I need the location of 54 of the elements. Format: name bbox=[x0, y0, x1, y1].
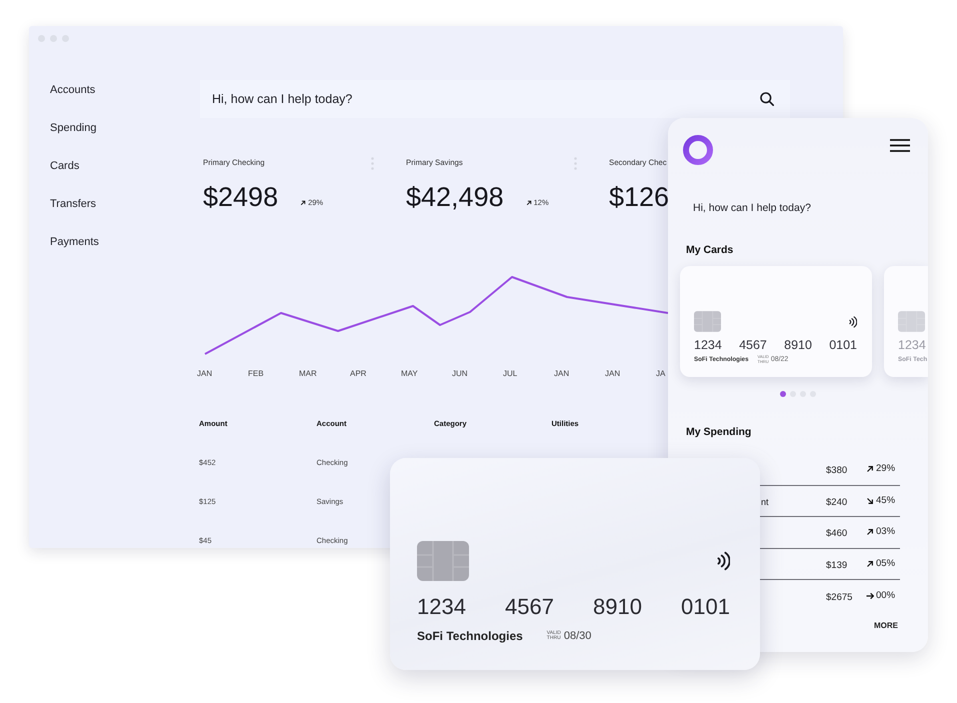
section-title: My Cards bbox=[686, 243, 734, 257]
chart-axis-label: JA bbox=[656, 369, 666, 379]
sidebar-item[interactable]: Transfers bbox=[50, 197, 96, 211]
search-field[interactable]: Hi, how can I help today? bbox=[200, 80, 790, 118]
chart-axis-label: APR bbox=[350, 369, 366, 379]
card-number-group: 1234 bbox=[898, 338, 926, 353]
card-holder-name: SoFi Technologies bbox=[417, 629, 523, 643]
card-number-group: 4567 bbox=[505, 593, 554, 621]
sidebar-item[interactable]: Cards bbox=[50, 159, 80, 173]
spending-amount: $240 bbox=[826, 496, 848, 508]
card-number-group: 1234 bbox=[417, 593, 466, 621]
card-chip-icon bbox=[417, 541, 469, 581]
card-chip-icon bbox=[898, 311, 925, 332]
spending-change: 45% bbox=[876, 494, 896, 507]
ring-logo-icon bbox=[683, 135, 713, 165]
chart-axis-label: JAN bbox=[197, 369, 212, 379]
spending-amount: $139 bbox=[826, 560, 848, 571]
spending-amount: $2675 bbox=[826, 592, 852, 603]
card-number-group: 0101 bbox=[829, 338, 857, 353]
card-expiry: 08/30 bbox=[564, 629, 592, 643]
spending-change: 03% bbox=[876, 526, 896, 538]
contactless-icon bbox=[849, 316, 857, 328]
chart-axis-label: JAN bbox=[605, 369, 620, 379]
spending-amount: $460 bbox=[826, 528, 848, 540]
card-number-group: 4567 bbox=[739, 338, 767, 353]
carousel-dot[interactable] bbox=[780, 391, 786, 397]
spending-amount: $380 bbox=[826, 465, 848, 476]
more-link[interactable]: MORE bbox=[874, 620, 898, 630]
chart-axis-label: JUN bbox=[452, 369, 468, 379]
spending-change: 00% bbox=[876, 590, 896, 602]
card-number-group: 1234 bbox=[694, 338, 722, 353]
account-balance: $2498 bbox=[203, 181, 278, 213]
chart-axis-label: FEB bbox=[248, 369, 264, 379]
spending-label: nt bbox=[761, 496, 769, 507]
chart-axis-label: MAY bbox=[401, 369, 418, 379]
sidebar-item[interactable]: Spending bbox=[50, 121, 96, 135]
greeting-text: Hi, how can I help today? bbox=[693, 201, 812, 215]
card-number-group: 8910 bbox=[593, 593, 642, 621]
section-title: My Spending bbox=[686, 425, 752, 439]
chart-axis-label: JAN bbox=[554, 369, 570, 379]
account-balance: $126 bbox=[609, 181, 670, 213]
chart-axis-label: JUL bbox=[503, 369, 518, 379]
menu-icon[interactable] bbox=[890, 139, 910, 152]
spending-change: 05% bbox=[876, 558, 896, 570]
sidebar-item[interactable]: Payments bbox=[50, 235, 99, 249]
spending-change: 29% bbox=[876, 463, 896, 476]
search-icon[interactable] bbox=[760, 92, 774, 106]
card-chip-icon bbox=[694, 311, 721, 332]
card-number-group: 8910 bbox=[784, 338, 812, 353]
contactless-icon bbox=[717, 551, 730, 571]
card-number-group: 0101 bbox=[681, 593, 730, 621]
account-balance: $42,498 bbox=[406, 181, 504, 213]
chart-axis-label: MAR bbox=[299, 369, 317, 379]
sidebar-item[interactable]: Accounts bbox=[50, 83, 96, 97]
